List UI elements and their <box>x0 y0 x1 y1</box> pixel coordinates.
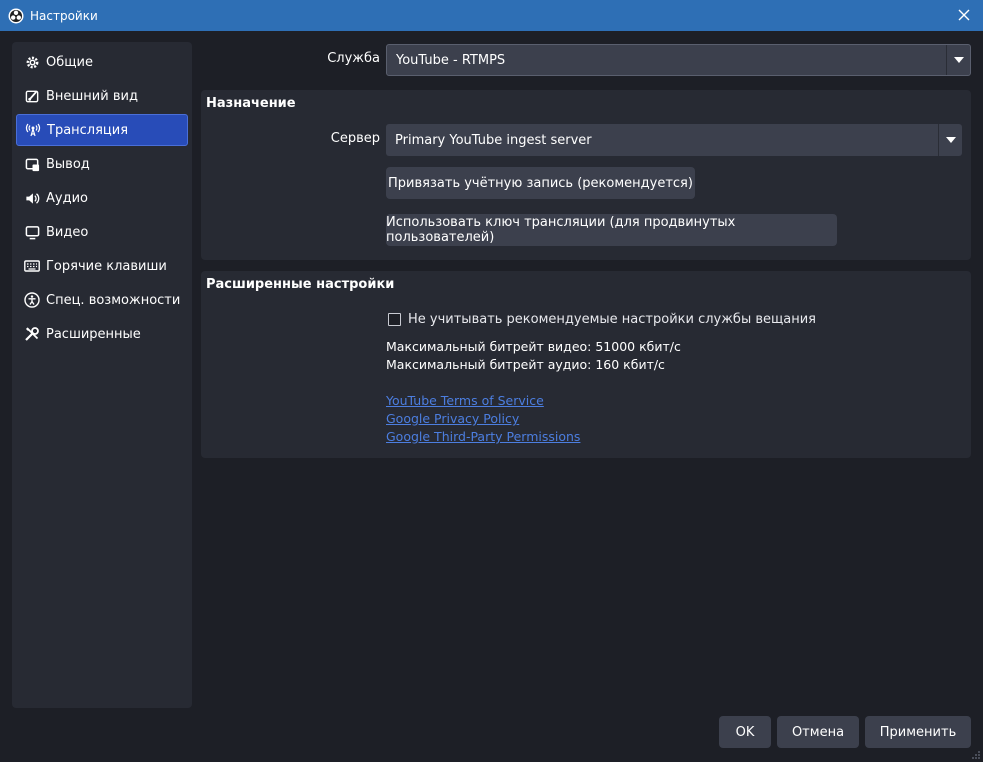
tools-icon <box>24 326 40 342</box>
advanced-settings-title: Расширенные настройки <box>206 277 395 292</box>
sidebar-item-label: Внешний вид <box>46 88 138 104</box>
speaker-icon <box>24 190 40 206</box>
accessibility-icon <box>24 292 40 308</box>
connect-account-button[interactable]: Привязать учётную запись (рекомендуется) <box>386 167 695 199</box>
sidebar-item-label: Спец. возможности <box>46 292 181 308</box>
max-video-bitrate-text: Максимальный битрейт видео: 51000 кбит/с <box>386 339 681 354</box>
youtube-terms-link[interactable]: YouTube Terms of Service <box>386 393 544 408</box>
use-stream-key-button[interactable]: Использовать ключ трансляции (для продви… <box>386 214 837 246</box>
service-label: Служба <box>327 51 380 66</box>
palette-icon <box>24 88 40 104</box>
sidebar-item-stream[interactable]: Трансляция <box>16 114 188 146</box>
sidebar-item-label: Трансляция <box>47 122 129 138</box>
server-label: Сервер <box>330 131 380 146</box>
service-value: YouTube - RTMPS <box>396 52 506 68</box>
cancel-button[interactable]: Отмена <box>777 716 859 748</box>
sidebar-item-output[interactable]: Вывод <box>16 148 188 180</box>
gear-icon <box>24 54 40 70</box>
sidebar-item-label: Аудио <box>46 190 88 206</box>
ok-button[interactable]: OK <box>719 716 771 748</box>
destination-title: Назначение <box>206 96 296 111</box>
apply-button[interactable]: Применить <box>865 716 971 748</box>
service-dropdown[interactable]: YouTube - RTMPS <box>386 44 971 76</box>
sidebar-item-label: Общие <box>46 54 93 70</box>
server-value: Primary YouTube ingest server <box>395 132 592 148</box>
obs-logo-icon <box>8 8 24 23</box>
google-privacy-link[interactable]: Google Privacy Policy <box>386 411 519 426</box>
max-audio-bitrate-text: Максимальный битрейт аудио: 160 кбит/с <box>386 357 665 372</box>
close-button[interactable] <box>953 4 975 26</box>
chevron-down-icon <box>938 124 962 156</box>
title-bar: Настройки <box>0 0 983 31</box>
chevron-down-icon <box>946 45 970 75</box>
sidebar-item-appearance[interactable]: Внешний вид <box>16 80 188 112</box>
broadcast-icon <box>25 122 41 138</box>
sidebar-item-audio[interactable]: Аудио <box>16 182 188 214</box>
sidebar-item-label: Видео <box>46 224 89 240</box>
sidebar-item-advanced[interactable]: Расширенные <box>16 318 188 350</box>
sidebar-item-hotkeys[interactable]: Горячие клавиши <box>16 250 188 282</box>
keyboard-icon <box>24 258 40 274</box>
ignore-recommended-label: Не учитывать рекомендуемые настройки слу… <box>408 312 816 327</box>
monitor-icon <box>24 224 40 240</box>
server-dropdown[interactable]: Primary YouTube ingest server <box>386 124 962 156</box>
sidebar-item-label: Вывод <box>46 156 90 172</box>
sidebar-item-general[interactable]: Общие <box>16 46 188 78</box>
close-icon <box>958 9 970 21</box>
sidebar-item-video[interactable]: Видео <box>16 216 188 248</box>
ignore-recommended-checkbox[interactable] <box>388 313 401 326</box>
window-title: Настройки <box>30 8 98 23</box>
resize-grip-icon[interactable] <box>971 750 981 760</box>
output-icon <box>24 156 40 172</box>
ignore-recommended-row[interactable]: Не учитывать рекомендуемые настройки слу… <box>388 312 816 327</box>
settings-sidebar: Общие Внешний вид Трансляция Вывод Аудио… <box>12 42 192 708</box>
sidebar-item-label: Расширенные <box>46 326 141 342</box>
sidebar-item-label: Горячие клавиши <box>46 258 167 274</box>
sidebar-item-accessibility[interactable]: Спец. возможности <box>16 284 188 316</box>
google-third-party-link[interactable]: Google Third-Party Permissions <box>386 429 580 444</box>
